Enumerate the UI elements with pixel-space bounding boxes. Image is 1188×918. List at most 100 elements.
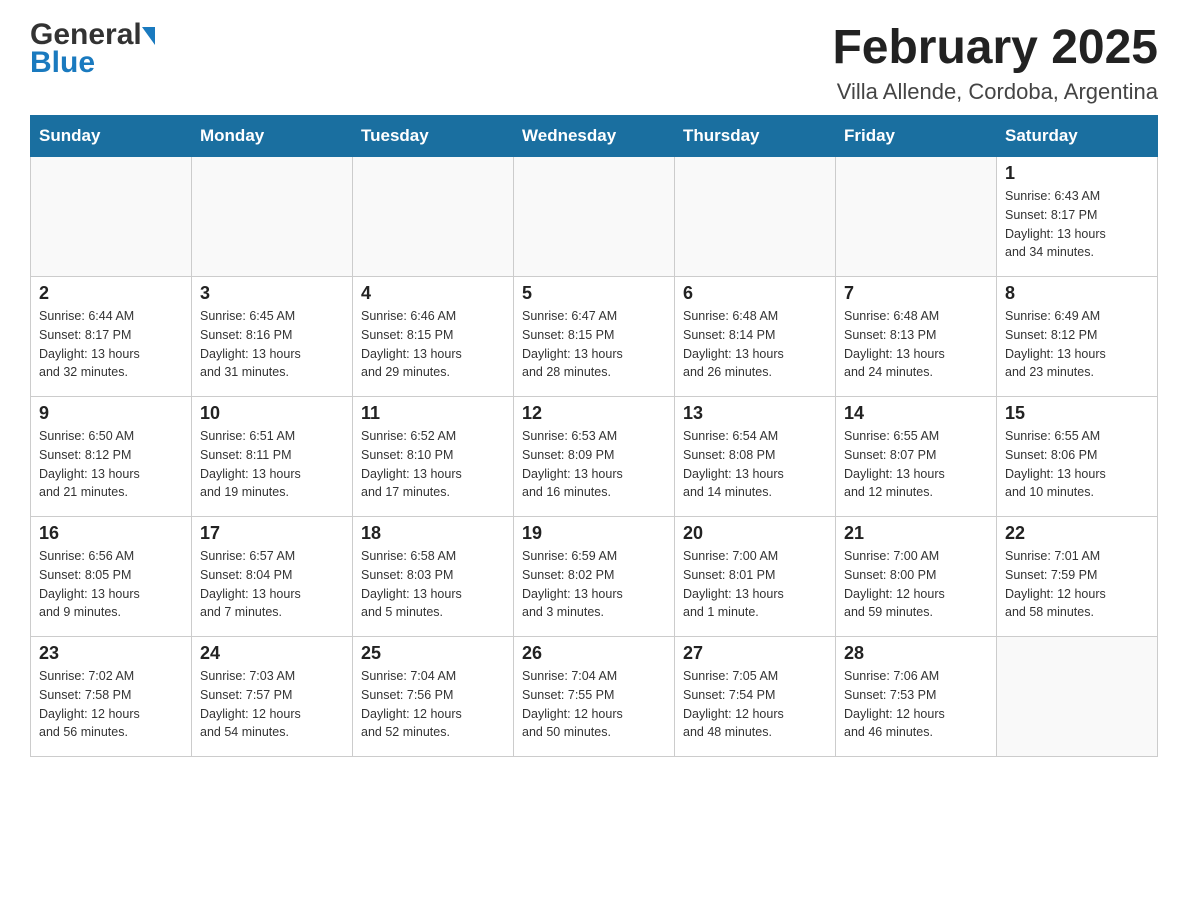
day-header-wednesday: Wednesday [514, 116, 675, 157]
calendar-cell: 8 Sunrise: 6:49 AM Sunset: 8:12 PM Daylig… [997, 277, 1158, 397]
calendar-cell: 22 Sunrise: 7:01 AM Sunset: 7:59 PM Dayli… [997, 517, 1158, 637]
calendar-cell [514, 157, 675, 277]
day-number: 14 [844, 403, 988, 424]
day-number: 5 [522, 283, 666, 304]
calendar-cell: 25 Sunrise: 7:04 AM Sunset: 7:56 PM Dayli… [353, 637, 514, 757]
calendar-table: SundayMondayTuesdayWednesdayThursdayFrid… [30, 115, 1158, 757]
day-info: Sunrise: 6:43 AM Sunset: 8:17 PM Dayligh… [1005, 187, 1149, 262]
day-header-thursday: Thursday [675, 116, 836, 157]
logo-blue-text: Blue [30, 48, 95, 78]
calendar-cell: 15 Sunrise: 6:55 AM Sunset: 8:06 PM Dayli… [997, 397, 1158, 517]
day-number: 18 [361, 523, 505, 544]
day-info: Sunrise: 7:01 AM Sunset: 7:59 PM Dayligh… [1005, 547, 1149, 622]
calendar-cell: 19 Sunrise: 6:59 AM Sunset: 8:02 PM Dayli… [514, 517, 675, 637]
day-number: 6 [683, 283, 827, 304]
calendar-cell [192, 157, 353, 277]
day-number: 3 [200, 283, 344, 304]
header: General Blue February 2025 Villa Allende… [30, 20, 1158, 105]
day-info: Sunrise: 6:49 AM Sunset: 8:12 PM Dayligh… [1005, 307, 1149, 382]
day-info: Sunrise: 6:51 AM Sunset: 8:11 PM Dayligh… [200, 427, 344, 502]
day-number: 10 [200, 403, 344, 424]
calendar-cell [836, 157, 997, 277]
day-info: Sunrise: 7:00 AM Sunset: 8:00 PM Dayligh… [844, 547, 988, 622]
calendar-subtitle: Villa Allende, Cordoba, Argentina [832, 79, 1158, 105]
calendar-cell: 23 Sunrise: 7:02 AM Sunset: 7:58 PM Dayli… [31, 637, 192, 757]
calendar-cell: 27 Sunrise: 7:05 AM Sunset: 7:54 PM Dayli… [675, 637, 836, 757]
day-number: 24 [200, 643, 344, 664]
calendar-cell: 18 Sunrise: 6:58 AM Sunset: 8:03 PM Dayli… [353, 517, 514, 637]
calendar-cell: 26 Sunrise: 7:04 AM Sunset: 7:55 PM Dayli… [514, 637, 675, 757]
day-number: 19 [522, 523, 666, 544]
day-header-saturday: Saturday [997, 116, 1158, 157]
calendar-cell: 16 Sunrise: 6:56 AM Sunset: 8:05 PM Dayli… [31, 517, 192, 637]
day-number: 21 [844, 523, 988, 544]
day-number: 28 [844, 643, 988, 664]
day-info: Sunrise: 6:44 AM Sunset: 8:17 PM Dayligh… [39, 307, 183, 382]
day-info: Sunrise: 6:46 AM Sunset: 8:15 PM Dayligh… [361, 307, 505, 382]
day-header-monday: Monday [192, 116, 353, 157]
day-number: 4 [361, 283, 505, 304]
calendar-cell [997, 637, 1158, 757]
calendar-cell [675, 157, 836, 277]
day-info: Sunrise: 6:57 AM Sunset: 8:04 PM Dayligh… [200, 547, 344, 622]
day-header-friday: Friday [836, 116, 997, 157]
calendar-cell: 5 Sunrise: 6:47 AM Sunset: 8:15 PM Daylig… [514, 277, 675, 397]
day-info: Sunrise: 6:48 AM Sunset: 8:13 PM Dayligh… [844, 307, 988, 382]
day-info: Sunrise: 6:59 AM Sunset: 8:02 PM Dayligh… [522, 547, 666, 622]
calendar-cell [31, 157, 192, 277]
calendar-cell: 6 Sunrise: 6:48 AM Sunset: 8:14 PM Daylig… [675, 277, 836, 397]
week-row-4: 16 Sunrise: 6:56 AM Sunset: 8:05 PM Dayli… [31, 517, 1158, 637]
day-info: Sunrise: 7:04 AM Sunset: 7:56 PM Dayligh… [361, 667, 505, 742]
calendar-cell: 10 Sunrise: 6:51 AM Sunset: 8:11 PM Dayli… [192, 397, 353, 517]
week-row-3: 9Sunrise: 6:50 AM Sunset: 8:12 PM Daylig… [31, 397, 1158, 517]
calendar-cell: 9Sunrise: 6:50 AM Sunset: 8:12 PM Daylig… [31, 397, 192, 517]
day-info: Sunrise: 6:54 AM Sunset: 8:08 PM Dayligh… [683, 427, 827, 502]
calendar-cell: 13 Sunrise: 6:54 AM Sunset: 8:08 PM Dayli… [675, 397, 836, 517]
logo-triangle-icon [142, 27, 155, 45]
week-row-2: 2 Sunrise: 6:44 AM Sunset: 8:17 PM Daylig… [31, 277, 1158, 397]
calendar-cell: 14 Sunrise: 6:55 AM Sunset: 8:07 PM Dayli… [836, 397, 997, 517]
day-number: 27 [683, 643, 827, 664]
day-info: Sunrise: 7:05 AM Sunset: 7:54 PM Dayligh… [683, 667, 827, 742]
day-info: Sunrise: 6:53 AM Sunset: 8:09 PM Dayligh… [522, 427, 666, 502]
calendar-cell: 7 Sunrise: 6:48 AM Sunset: 8:13 PM Daylig… [836, 277, 997, 397]
header-row: SundayMondayTuesdayWednesdayThursdayFrid… [31, 116, 1158, 157]
day-info: Sunrise: 6:56 AM Sunset: 8:05 PM Dayligh… [39, 547, 183, 622]
day-number: 16 [39, 523, 183, 544]
day-number: 2 [39, 283, 183, 304]
day-info: Sunrise: 6:45 AM Sunset: 8:16 PM Dayligh… [200, 307, 344, 382]
logo: General Blue [30, 20, 155, 78]
day-header-tuesday: Tuesday [353, 116, 514, 157]
calendar-cell: 11 Sunrise: 6:52 AM Sunset: 8:10 PM Dayli… [353, 397, 514, 517]
day-info: Sunrise: 6:55 AM Sunset: 8:06 PM Dayligh… [1005, 427, 1149, 502]
day-number: 8 [1005, 283, 1149, 304]
day-number: 7 [844, 283, 988, 304]
day-number: 22 [1005, 523, 1149, 544]
day-header-sunday: Sunday [31, 116, 192, 157]
day-info: Sunrise: 6:52 AM Sunset: 8:10 PM Dayligh… [361, 427, 505, 502]
calendar-cell: 4 Sunrise: 6:46 AM Sunset: 8:15 PM Daylig… [353, 277, 514, 397]
day-info: Sunrise: 7:06 AM Sunset: 7:53 PM Dayligh… [844, 667, 988, 742]
title-section: February 2025 Villa Allende, Cordoba, Ar… [832, 20, 1158, 105]
day-info: Sunrise: 6:58 AM Sunset: 8:03 PM Dayligh… [361, 547, 505, 622]
day-number: 25 [361, 643, 505, 664]
day-info: Sunrise: 6:55 AM Sunset: 8:07 PM Dayligh… [844, 427, 988, 502]
week-row-1: 1Sunrise: 6:43 AM Sunset: 8:17 PM Daylig… [31, 157, 1158, 277]
day-number: 23 [39, 643, 183, 664]
day-info: Sunrise: 7:02 AM Sunset: 7:58 PM Dayligh… [39, 667, 183, 742]
calendar-cell [353, 157, 514, 277]
week-row-5: 23 Sunrise: 7:02 AM Sunset: 7:58 PM Dayli… [31, 637, 1158, 757]
calendar-title: February 2025 [832, 20, 1158, 75]
day-number: 11 [361, 403, 505, 424]
calendar-cell: 12 Sunrise: 6:53 AM Sunset: 8:09 PM Dayli… [514, 397, 675, 517]
day-info: Sunrise: 6:47 AM Sunset: 8:15 PM Dayligh… [522, 307, 666, 382]
day-info: Sunrise: 7:00 AM Sunset: 8:01 PM Dayligh… [683, 547, 827, 622]
day-info: Sunrise: 7:04 AM Sunset: 7:55 PM Dayligh… [522, 667, 666, 742]
day-number: 26 [522, 643, 666, 664]
calendar-cell: 20 Sunrise: 7:00 AM Sunset: 8:01 PM Dayli… [675, 517, 836, 637]
day-number: 13 [683, 403, 827, 424]
day-info: Sunrise: 6:48 AM Sunset: 8:14 PM Dayligh… [683, 307, 827, 382]
day-number: 12 [522, 403, 666, 424]
day-number: 15 [1005, 403, 1149, 424]
day-number: 20 [683, 523, 827, 544]
